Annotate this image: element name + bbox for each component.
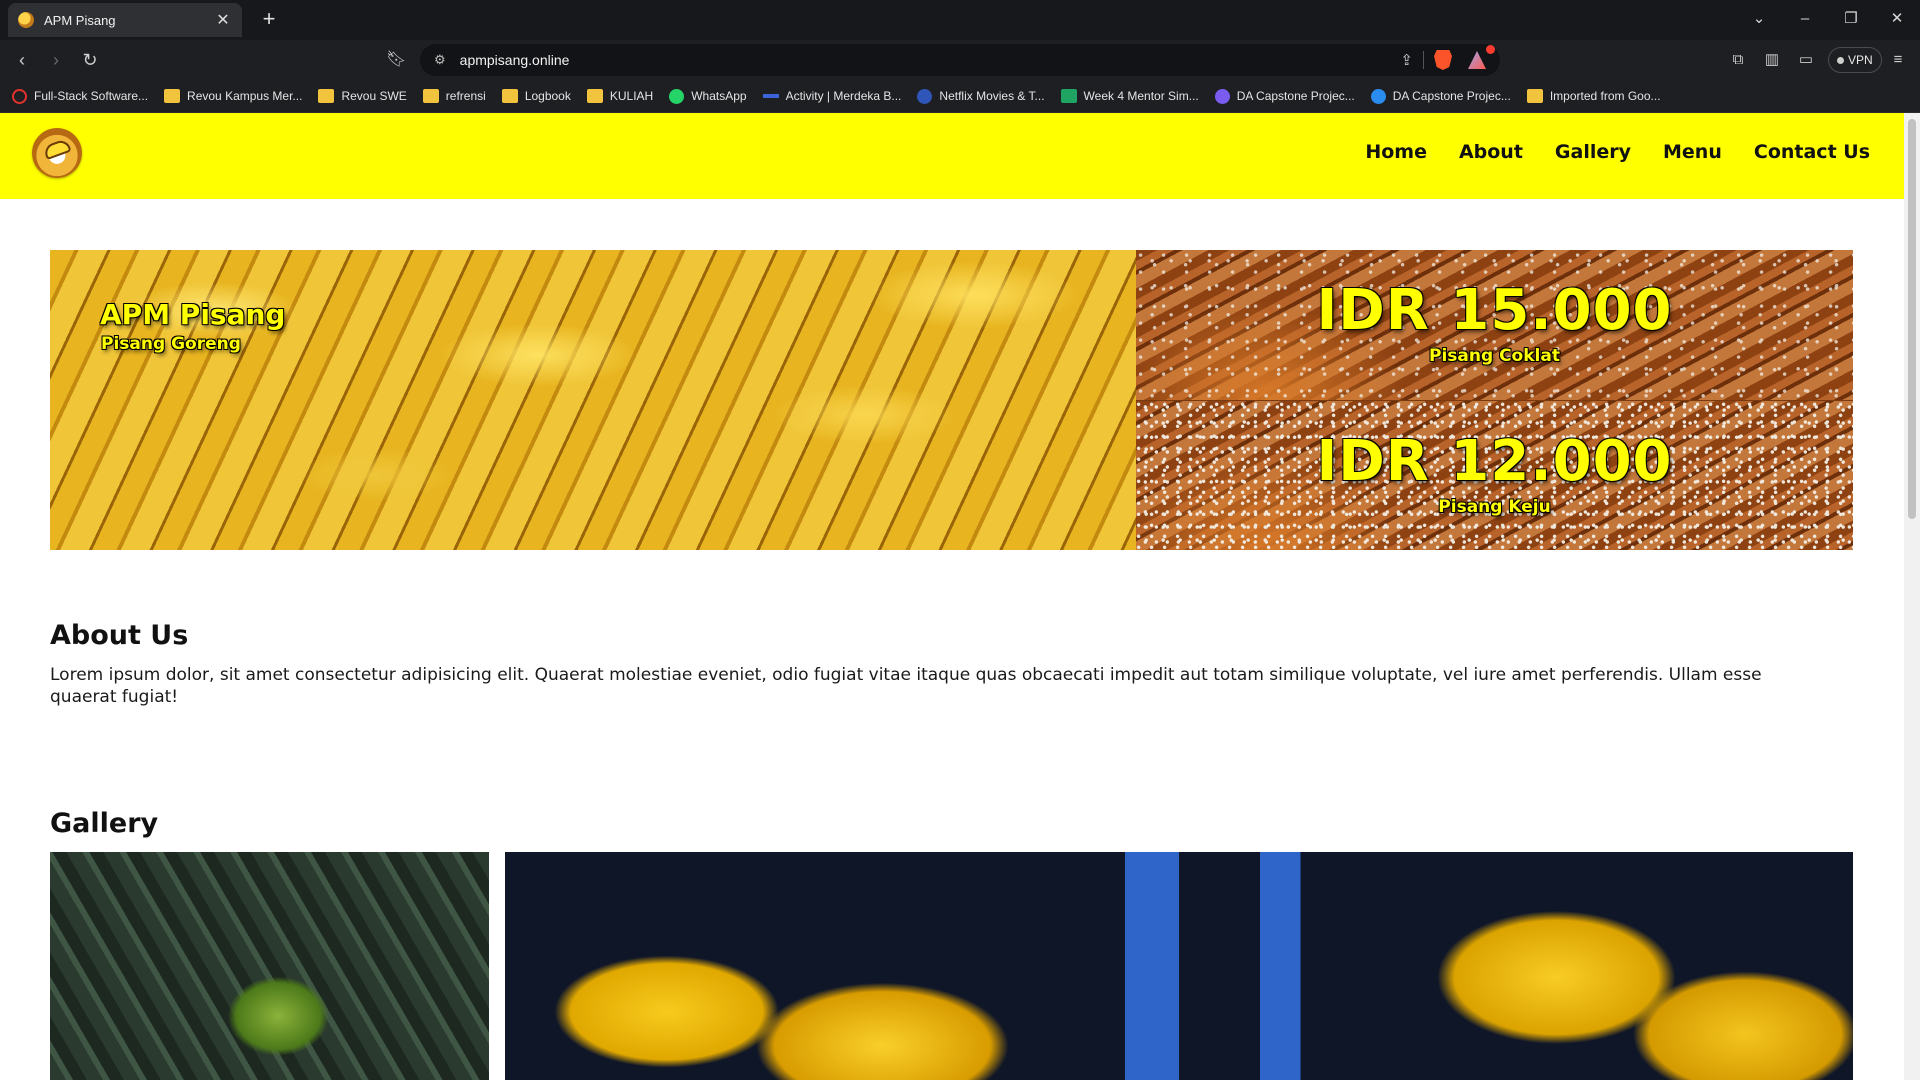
nav-contact-link[interactable]: Contact Us [1754,141,1870,163]
offer-card-coklat: IDR 15.000 Pisang Coklat [1136,250,1853,400]
bookmark-item[interactable]: WhatsApp [669,88,747,104]
bookmark-label: WhatsApp [691,89,747,103]
bookmark-item[interactable]: DA Capstone Projec... [1214,88,1355,104]
minimize-button[interactable]: – [1790,6,1820,32]
share-icon[interactable]: ⇪ [1400,51,1413,69]
vpn-status-icon [1837,57,1844,65]
hero-subtitle: Pisang Goreng [101,334,241,354]
hero-brand-title: APM Pisang [100,298,286,331]
bookmark-label: Revou Kampus Mer... [187,89,303,103]
whatsapp-icon [669,88,685,104]
nav-menu-link[interactable]: Menu [1663,141,1722,163]
folder-icon [318,89,335,103]
folder-icon [1526,89,1543,103]
folder-icon [501,89,518,103]
bookmark-label: Imported from Goo... [1549,89,1661,103]
offer-name: Pisang Keju [1438,497,1551,517]
merdeka-icon [762,94,779,98]
url-divider [1423,51,1424,69]
bookmark-label: Netflix Movies & T... [939,89,1045,103]
browser-chrome: APM Pisang ✕ + ⌄ – ❐ ✕ ‹ › ↻ 🔖︎ ⚙ apmpis… [0,0,1920,113]
tab-strip: APM Pisang ✕ + ⌄ – ❐ ✕ [0,0,1920,40]
tab-title: APM Pisang [44,12,116,28]
offer-price: IDR 12.000 [1316,429,1673,494]
tab-close-icon[interactable]: ✕ [214,10,232,30]
apm-pisang-logo[interactable] [32,128,82,178]
bookmark-item[interactable]: DA Capstone Projec... [1370,88,1511,104]
folder-icon [422,89,439,103]
logo-banana-mark [42,137,72,161]
bookmark-folder[interactable]: refrensi [422,89,486,103]
nav-about-link[interactable]: About [1459,141,1523,163]
bookmark-item[interactable]: Activity | Merdeka B... [762,89,902,103]
bookmark-item[interactable]: Netflix Movies & T... [917,88,1045,104]
bookmark-page-icon[interactable]: 🔖︎ [386,48,406,72]
bookmark-label: Revou SWE [341,89,407,103]
folder-icon [164,89,181,103]
close-window-button[interactable]: ✕ [1882,6,1912,32]
nav-home-link[interactable]: Home [1365,141,1427,163]
back-button[interactable]: ‹ [10,48,34,72]
site-header: Home About Gallery Menu Contact Us [0,113,1904,199]
nav-gallery-link[interactable]: Gallery [1555,141,1631,163]
hero-bananas-image: APM Pisang Pisang Goreng [50,250,1136,550]
gallery-image-banana-tree[interactable] [50,852,489,1080]
wallet-icon[interactable]: ▭ [1794,48,1818,72]
about-paragraph: Lorem ipsum dolor, sit amet consectetur … [50,665,1762,707]
tab-search-icon[interactable]: ⌄ [1744,6,1774,32]
offer-name: Pisang Coklat [1429,346,1560,366]
web-page: Home About Gallery Menu Contact Us APM P… [0,113,1904,1080]
address-bar[interactable]: ⚙ apmpisang.online ⇪ [420,44,1500,76]
brave-shields-icon[interactable] [1434,50,1452,70]
bookmark-label: Week 4 Mentor Sim... [1083,89,1199,103]
bookmark-folder[interactable]: Revou SWE [318,89,407,103]
scrollbar-thumb[interactable] [1908,119,1916,519]
vpn-label: VPN [1848,53,1873,67]
vpn-button[interactable]: VPN [1828,47,1882,73]
bookmark-label: refrensi [445,89,486,103]
reload-button[interactable]: ↻ [78,48,102,72]
browser-toolbar: ‹ › ↻ 🔖︎ ⚙ apmpisang.online ⇪ ⧉ ▥ ▭ VPN … [0,40,1920,80]
netflix-icon [917,88,933,104]
shield-icon [1214,88,1230,104]
url-text[interactable]: apmpisang.online [460,52,1401,68]
bookmarks-bar: Full-Stack Software... Revou Kampus Mer.… [0,80,1920,113]
site-nav: Home About Gallery Menu Contact Us [1365,141,1870,163]
bookmark-label: Logbook [524,89,571,103]
extensions-icon[interactable]: ⧉ [1726,48,1750,72]
site-favicon-icon [18,12,34,28]
bookmark-label: Activity | Merdeka B... [785,89,902,103]
folder-icon [586,89,603,103]
about-heading: About Us [50,620,189,651]
hero-banner: APM Pisang Pisang Goreng IDR 15.000 Pisa… [50,250,1853,550]
bookmark-label: DA Capstone Projec... [1392,89,1511,103]
new-tab-button[interactable]: + [256,6,282,32]
offer-card-keju: IDR 12.000 Pisang Keju [1136,400,1853,550]
page-scrollbar[interactable] [1904,113,1920,1080]
bookmark-folder[interactable]: Revou Kampus Mer... [164,89,302,103]
bookmark-label: KULIAH [609,89,654,103]
globe-icon [1370,88,1386,104]
gallery-image-banana-crate[interactable] [505,852,1853,1080]
bookmark-item[interactable]: Week 4 Mentor Sim... [1060,89,1199,103]
red-ring-icon [12,88,27,104]
offer-price: IDR 15.000 [1316,278,1673,343]
bookmark-label: DA Capstone Projec... [1236,89,1355,103]
bookmark-item[interactable]: Full-Stack Software... [12,88,149,104]
bookmark-folder[interactable]: Logbook [501,89,571,103]
bookmark-folder[interactable]: KULIAH [586,89,654,103]
restore-button[interactable]: ❐ [1836,6,1866,32]
bookmark-folder[interactable]: Imported from Goo... [1526,89,1661,103]
menu-icon[interactable]: ≡ [1886,48,1910,72]
forward-button[interactable]: › [44,48,68,72]
rewards-notification-badge [1486,45,1495,54]
site-info-icon[interactable]: ⚙ [434,52,446,68]
brave-rewards-icon[interactable] [1468,51,1486,69]
sheets-icon [1060,89,1077,103]
sidebar-icon[interactable]: ▥ [1760,48,1784,72]
active-tab[interactable]: APM Pisang ✕ [8,3,242,37]
bookmark-label: Full-Stack Software... [34,89,149,103]
gallery-heading: Gallery [50,808,159,839]
